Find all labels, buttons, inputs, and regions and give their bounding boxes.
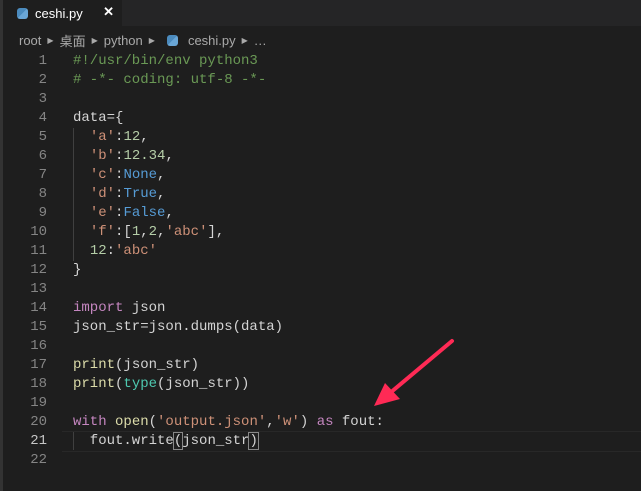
annotation-arrow [374, 339, 454, 406]
